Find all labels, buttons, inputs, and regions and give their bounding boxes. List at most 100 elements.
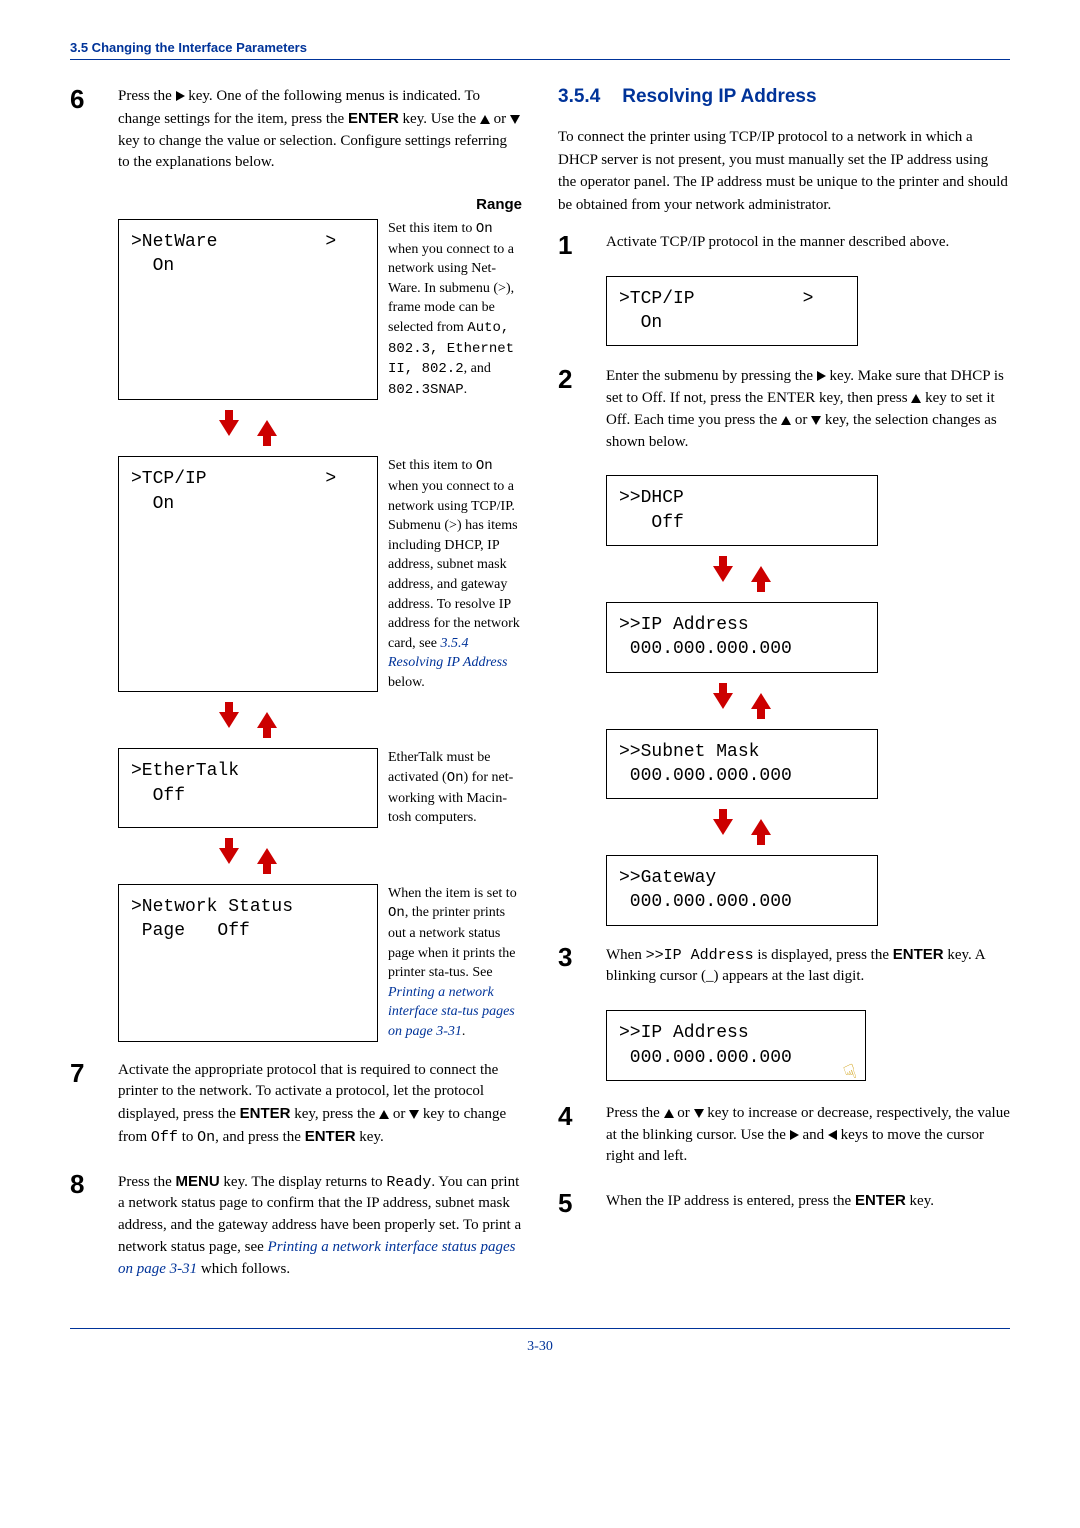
text: key, press the: [290, 1106, 379, 1122]
lcd-line: >TCP/IP >: [619, 289, 813, 309]
text: key.: [356, 1129, 384, 1145]
lcd-line: >NetWare >: [131, 232, 336, 252]
step-number: 6: [70, 84, 84, 114]
text: Press the: [118, 88, 176, 104]
step-5: 5 When the IP address is entered, press …: [558, 1190, 1010, 1219]
down-arrow-icon: [219, 848, 239, 864]
text: .: [462, 1024, 466, 1039]
lcd-subnet: >>Subnet Mask 000.000.000.000: [606, 729, 878, 800]
step-body: When the IP address is entered, press th…: [606, 1190, 1010, 1219]
nav-arrows: [118, 400, 378, 456]
text: key. The display returns to: [220, 1174, 387, 1190]
text: , the printer prints out a network statu…: [388, 905, 516, 980]
right-triangle-icon: [790, 1130, 799, 1140]
text: When: [606, 947, 646, 963]
heading-text: Resolving IP Address: [622, 86, 816, 107]
lcd-gateway: >>Gateway 000.000.000.000: [606, 855, 878, 926]
text: When the IP address is entered, press th…: [606, 1193, 855, 1209]
text: key.: [906, 1193, 934, 1209]
lcd-line: Off: [619, 513, 684, 533]
step-1: 1 Activate TCP/IP protocol in the manner…: [558, 232, 1010, 260]
lcd-line: >>Gateway: [619, 868, 716, 888]
step-body: Enter the submenu by pressing the key. M…: [606, 366, 1010, 459]
nav-arrows: [118, 692, 378, 748]
lcd-line: Page Off: [131, 921, 250, 941]
text: below.: [388, 675, 425, 690]
step-number: 8: [70, 1169, 84, 1199]
up-triangle-icon: [480, 115, 490, 124]
lcd-ipaddress: >>IP Address 000.000.000.000: [606, 602, 878, 673]
code: On: [476, 458, 493, 474]
page: 3.5 Changing the Interface Parameters 6 …: [0, 0, 1080, 1415]
step-number: 5: [558, 1188, 572, 1218]
right-triangle-icon: [817, 371, 826, 381]
text: Set this item to: [388, 221, 476, 236]
lcd-ip-cursor: >>IP Address 000.000.000.000☟: [606, 1010, 866, 1081]
netware-row: >NetWare > On Set this item to On when y…: [118, 219, 522, 400]
subsection-heading: 3.5.4 Resolving IP Address: [558, 86, 1010, 108]
lcd-line: On: [131, 494, 174, 514]
lcd-ethertalk: >EtherTalk Off: [118, 748, 378, 827]
text: or: [674, 1105, 694, 1121]
text: when you connect to a network using TCP/…: [388, 479, 520, 651]
step-4: 4 Press the or key to increase or decrea…: [558, 1103, 1010, 1174]
ethertalk-row: >EtherTalk Off EtherTalk must be activat…: [118, 748, 522, 827]
enter-key-label: ENTER: [305, 1128, 356, 1145]
range-diagram: Range >NetWare > On Set this item to On …: [118, 196, 522, 1042]
code: On: [476, 221, 493, 237]
lcd-line: 000.000.000.000: [619, 639, 792, 659]
cross-ref-link[interactable]: Printing a network interface sta-tus pag…: [388, 985, 515, 1039]
lcd-line: 000.000.000.000: [619, 892, 792, 912]
up-arrow-icon: [257, 420, 277, 436]
ethertalk-desc: EtherTalk must be activated (On) for net…: [388, 748, 522, 827]
step-number: 3: [558, 942, 572, 972]
step-number: 2: [558, 364, 572, 394]
down-triangle-icon: [694, 1109, 704, 1118]
text: , and: [464, 361, 491, 376]
lcd-line: 000.000.000.000: [619, 1048, 792, 1068]
down-arrow-icon: [219, 420, 239, 436]
text: or: [490, 111, 510, 127]
step-number: 7: [70, 1058, 84, 1088]
up-arrow-icon: [751, 693, 771, 709]
netware-desc: Set this item to On when you connect to …: [388, 219, 522, 400]
lcd-line: On: [131, 256, 174, 276]
up-arrow-icon: [257, 712, 277, 728]
step-body: Press the key. One of the following menu…: [118, 86, 522, 180]
text: Activate TCP/IP protocol in the manner d…: [606, 232, 1010, 254]
text: When the item is set to: [388, 886, 517, 901]
up-arrow-icon: [257, 848, 277, 864]
down-triangle-icon: [811, 416, 821, 425]
lcd-tcpip: >TCP/IP > On: [118, 456, 378, 692]
enter-key-label: ENTER: [348, 110, 399, 127]
step-body: Press the MENU key. The display returns …: [118, 1171, 522, 1287]
enter-key-label: ENTER: [855, 1192, 906, 1209]
step-body: Activate TCP/IP protocol in the manner d…: [606, 232, 1010, 260]
text: is displayed, press the: [754, 947, 893, 963]
text: and: [799, 1127, 828, 1143]
page-number: 3-30: [70, 1339, 1010, 1355]
lcd-line: >EtherTalk: [131, 761, 239, 781]
down-triangle-icon: [510, 115, 520, 124]
text: key to change the value or selection. Co…: [118, 133, 507, 171]
step-body: Activate the appropriate protocol that i…: [118, 1060, 522, 1155]
text: which follows.: [197, 1261, 290, 1277]
heading-number: 3.5.4: [558, 86, 600, 107]
code: Ready: [386, 1174, 431, 1191]
step-6: 6 Press the key. One of the following me…: [70, 86, 522, 180]
lcd-line: >>IP Address: [619, 1023, 749, 1043]
down-arrow-icon: [713, 819, 733, 835]
up-triangle-icon: [781, 416, 791, 425]
down-triangle-icon: [409, 1110, 419, 1119]
up-arrow-icon: [751, 566, 771, 582]
text: or: [389, 1106, 409, 1122]
text: Press the: [606, 1105, 664, 1121]
lcd-line: >Network Status: [131, 897, 293, 917]
text: Set this item to: [388, 458, 476, 473]
down-arrow-icon: [713, 566, 733, 582]
code: On: [197, 1129, 215, 1146]
step-2: 2 Enter the submenu by pressing the key.…: [558, 366, 1010, 459]
step-body: When >>IP Address is displayed, press th…: [606, 944, 1010, 995]
up-triangle-icon: [664, 1109, 674, 1118]
netstat-row: >Network Status Page Off When the item i…: [118, 884, 522, 1042]
